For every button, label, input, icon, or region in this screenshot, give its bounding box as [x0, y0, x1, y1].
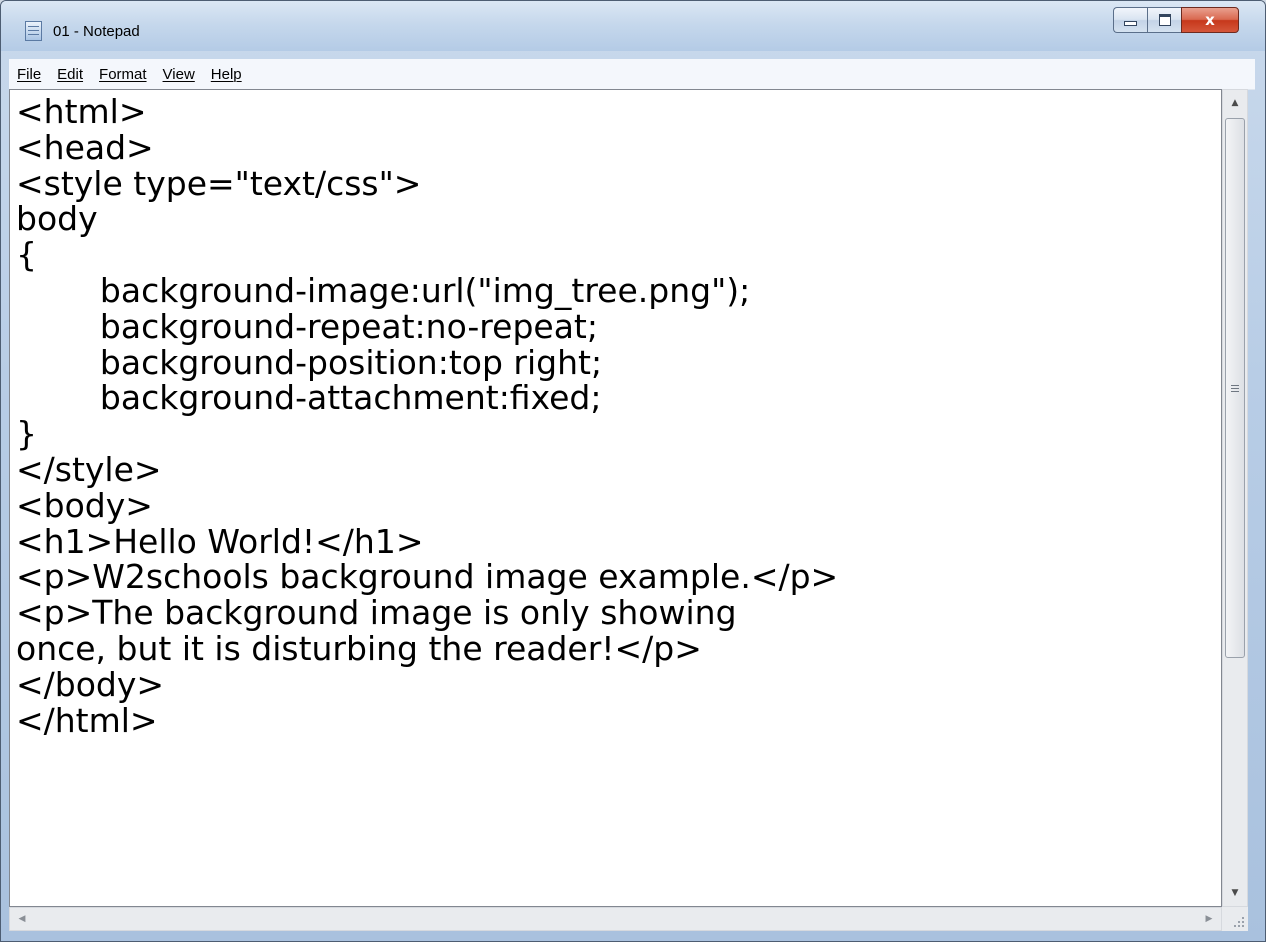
menu-edit[interactable]: Edit	[49, 66, 91, 83]
code-line: </body>	[16, 664, 165, 704]
code-line: <p>W2schools background image example.</…	[16, 557, 839, 597]
code-line: <h1>Hello World!</h1>	[16, 521, 424, 561]
minimize-button[interactable]	[1113, 7, 1147, 33]
scroll-left-arrow-icon[interactable]: ◀	[10, 908, 34, 930]
menu-help[interactable]: Help	[203, 66, 250, 83]
caption-buttons: x	[1113, 7, 1239, 33]
scroll-up-arrow-icon[interactable]: ▲	[1223, 90, 1247, 116]
vertical-scrollbar[interactable]: ▲ ▼	[1222, 89, 1248, 907]
code-line: body	[16, 199, 98, 239]
size-grip-icon[interactable]	[1222, 907, 1248, 931]
code-line: background-position:top right;	[16, 342, 603, 382]
horizontal-scrollbar[interactable]: ◀ ▶	[9, 907, 1222, 931]
menu-bar: File Edit Format View Help	[9, 59, 1255, 90]
text-editor[interactable]: <html> <head> <style type="text/css"> body{…	[9, 89, 1222, 907]
scroll-right-arrow-icon[interactable]: ▶	[1197, 908, 1221, 930]
code-line: <head>	[16, 127, 154, 167]
code-line: background-repeat:no-repeat;	[16, 306, 598, 346]
notepad-window: 01 - Notepad x File Edit Format View Hel…	[0, 0, 1266, 942]
maximize-button[interactable]	[1147, 7, 1181, 33]
code-line: }	[16, 414, 37, 454]
close-button[interactable]: x	[1181, 7, 1239, 33]
title-bar[interactable]: 01 - Notepad x	[1, 1, 1265, 51]
code-line: </html>	[16, 700, 158, 740]
grip-icon	[1231, 384, 1239, 386]
code-line: once, but it is disturbing the reader!</…	[16, 628, 702, 668]
code-line: <body>	[16, 485, 153, 525]
code-line: background-image:url("img_tree.png");	[16, 270, 751, 310]
code-line: <style type="text/css">	[16, 163, 422, 203]
code-line: background-attachment:fixed;	[16, 378, 602, 418]
minimize-icon	[1124, 21, 1137, 26]
close-icon: x	[1205, 11, 1215, 29]
menu-file[interactable]: File	[9, 66, 49, 83]
notepad-icon[interactable]	[25, 21, 42, 41]
vertical-scroll-thumb[interactable]	[1225, 118, 1245, 658]
menu-view[interactable]: View	[155, 66, 203, 83]
menu-format[interactable]: Format	[91, 66, 155, 83]
window-title: 01 - Notepad	[53, 23, 140, 40]
maximize-icon	[1158, 14, 1171, 26]
code-line: {	[16, 235, 37, 275]
code-line: <html>	[16, 92, 147, 131]
code-line: </style>	[16, 449, 162, 489]
code-content[interactable]: <html> <head> <style type="text/css"> body{…	[10, 90, 1221, 738]
scroll-down-arrow-icon[interactable]: ▼	[1223, 880, 1247, 906]
code-line: <p>The background image is only showing	[16, 593, 737, 633]
